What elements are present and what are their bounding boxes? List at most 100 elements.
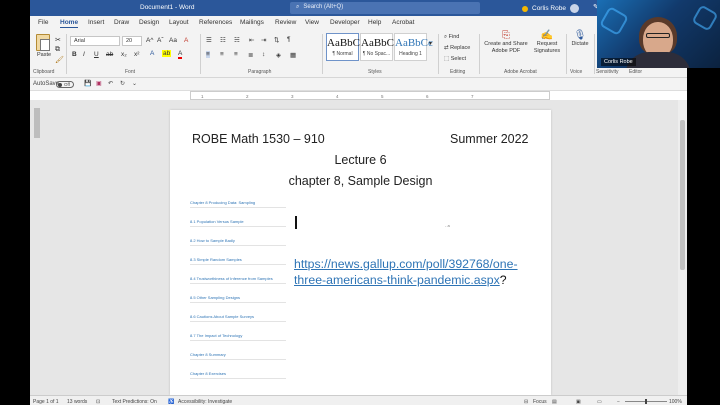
strikethrough-button[interactable]: ab — [106, 51, 113, 58]
style-heading-1[interactable]: AaBbCc Heading 1 — [394, 33, 433, 61]
increase-indent-icon[interactable]: ⇥ — [261, 36, 266, 44]
search-box[interactable]: ⌕ Search (Alt+Q) — [290, 2, 480, 14]
toc-item[interactable]: 8.7 The Impact of Technology — [190, 333, 286, 341]
tab-layout[interactable]: Layout — [169, 19, 189, 26]
style-normal[interactable]: AaBbC ¶ Normal — [326, 33, 360, 61]
clear-formatting-button[interactable]: A — [184, 37, 188, 44]
vertical-scrollbar[interactable] — [678, 100, 687, 395]
tab-home[interactable]: Home — [60, 19, 79, 28]
shading-icon[interactable]: ◈ — [276, 51, 281, 59]
decrease-indent-icon[interactable]: ⇤ — [249, 36, 254, 44]
focus-mode[interactable]: Focus — [533, 399, 547, 405]
dictate-button[interactable]: 🎙 Dictate — [568, 30, 592, 48]
tab-review[interactable]: Review — [275, 19, 296, 26]
toc-item[interactable]: 8.5 Other Sampling Designs — [190, 295, 286, 303]
copy-icon[interactable]: ⧉ — [55, 46, 60, 54]
tab-mailings[interactable]: Mailings — [240, 19, 264, 26]
subscript-button[interactable]: x₂ — [121, 51, 127, 58]
web-layout-icon[interactable]: ▭ — [597, 399, 602, 405]
select-icon: ⬚ — [444, 56, 451, 62]
sort-icon[interactable]: ⇅ — [274, 36, 279, 44]
undo-icon[interactable]: ↶ — [108, 80, 113, 87]
toc-item[interactable]: 8.6 Cautions About Sample Surveys — [190, 314, 286, 322]
shrink-font-button[interactable]: Aˇ — [157, 37, 164, 44]
underline-button[interactable]: U — [94, 51, 99, 58]
text-predictions[interactable]: Text Predictions: On — [112, 399, 157, 405]
bold-button[interactable]: B — [72, 51, 77, 58]
font-name-select[interactable]: Arial — [70, 36, 120, 46]
microphone-icon: 🎙 — [573, 30, 587, 41]
tab-view[interactable]: View — [305, 19, 319, 26]
italic-button[interactable]: I — [83, 51, 85, 58]
zoom-level[interactable]: 100% — [669, 399, 682, 405]
paste-label[interactable]: Paste — [37, 52, 51, 58]
accessibility-status[interactable]: Accessibility: Investigate — [178, 399, 232, 405]
word-count[interactable]: 13 words — [67, 399, 87, 405]
tab-insert[interactable]: Insert — [88, 19, 104, 26]
customize-qat-icon[interactable]: ⌄ — [132, 80, 137, 87]
proofing-icon[interactable]: ⊡ — [96, 399, 100, 405]
toc-item[interactable]: Chapter 8 Exercises — [190, 371, 286, 379]
tab-file[interactable]: File — [38, 19, 48, 26]
highlight-icon[interactable]: ab — [162, 50, 172, 57]
tab-developer[interactable]: Developer — [330, 19, 360, 26]
text-effects-icon[interactable]: A — [150, 50, 154, 57]
font-name-value: Arial — [74, 38, 86, 44]
search-icon: ⌕ — [296, 4, 300, 10]
tab-draw[interactable]: Draw — [114, 19, 129, 26]
tab-help[interactable]: Help — [368, 19, 381, 26]
paste-icon[interactable] — [36, 34, 50, 51]
change-case-button[interactable]: Aa — [169, 37, 177, 44]
style-no-spacing[interactable]: AaBbC ¶ No Spac... — [360, 33, 394, 61]
accessibility-icon[interactable]: ♿ — [168, 399, 174, 405]
toc-item[interactable]: 8.3 Simple Random Samples — [190, 257, 286, 265]
request-signatures-button[interactable]: ✍ Request Signatures — [532, 31, 562, 55]
zoom-out-icon[interactable]: − — [617, 399, 620, 405]
scrollbar-thumb[interactable] — [680, 120, 685, 270]
autosave-toggle[interactable]: Off — [56, 81, 74, 88]
align-left-icon[interactable]: ≡ — [206, 51, 210, 58]
line-spacing-icon[interactable]: ↕ — [262, 51, 265, 58]
font-size-select[interactable]: 20 — [122, 36, 142, 46]
read-mode-icon[interactable]: ▤ — [552, 399, 557, 405]
divider — [322, 34, 323, 74]
tab-references[interactable]: References — [199, 19, 232, 26]
superscript-button[interactable]: x² — [134, 51, 139, 58]
document-page[interactable]: ROBE Math 1530 – 910 Summer 2022 Lecture… — [170, 110, 551, 395]
tab-acrobat[interactable]: Acrobat — [392, 19, 414, 26]
toc-item[interactable]: 8.1 Population Versus Sample — [190, 219, 286, 227]
create-share-pdf-button[interactable]: ⎘ Create and Share Adobe PDF — [482, 31, 530, 55]
format-painter-icon[interactable]: 🖌 — [55, 56, 64, 64]
zoom-slider-thumb[interactable] — [645, 398, 647, 404]
grow-font-button[interactable]: A^ — [146, 37, 153, 44]
styles-more-icon[interactable]: ▾ — [429, 40, 432, 47]
horizontal-ruler[interactable]: 1 2 3 4 5 6 7 — [190, 91, 550, 100]
toc-item[interactable]: Chapter 8 Summary — [190, 352, 286, 360]
page-count[interactable]: Page 1 of 1 — [33, 399, 59, 405]
gallup-link[interactable]: https://news.gallup.com/poll/392768/one-… — [294, 257, 518, 287]
bullets-icon[interactable]: ☰ — [206, 36, 212, 44]
show-marks-icon[interactable]: ¶ — [287, 36, 291, 43]
print-layout-icon[interactable]: ▣ — [576, 399, 581, 405]
save-icon[interactable]: 💾 — [84, 80, 91, 87]
numbering-icon[interactable]: ☷ — [220, 36, 226, 44]
align-right-icon[interactable]: ≡ — [234, 51, 238, 58]
tab-design[interactable]: Design — [139, 19, 159, 26]
toc-item[interactable]: 8.2 How to Sample Badly — [190, 238, 286, 246]
redo-icon[interactable]: ↻ — [120, 80, 125, 87]
justify-icon[interactable]: ≣ — [248, 51, 253, 59]
document-icon[interactable]: ▣ — [96, 80, 102, 87]
focus-icon[interactable]: ⊟ — [524, 399, 528, 405]
toc-item[interactable]: Chapter 8 Producing Data: Sampling — [190, 200, 286, 208]
font-color-icon[interactable]: A — [178, 50, 183, 59]
toc-item[interactable]: 8.4 Trustworthiness of Inference from Sa… — [190, 276, 286, 284]
borders-icon[interactable]: ▦ — [290, 51, 296, 59]
account-avatar[interactable] — [569, 4, 579, 13]
find-button[interactable]: ⌕ Find — [444, 34, 459, 41]
multilevel-list-icon[interactable]: ☵ — [234, 36, 240, 44]
replace-button[interactable]: ⇄ Replace — [444, 45, 470, 51]
account-area[interactable]: Corlis Robe — [522, 4, 579, 13]
select-button[interactable]: ⬚ Select — [444, 56, 466, 62]
cut-icon[interactable]: ✂ — [55, 36, 61, 44]
align-center-icon[interactable]: ≡ — [220, 51, 224, 58]
